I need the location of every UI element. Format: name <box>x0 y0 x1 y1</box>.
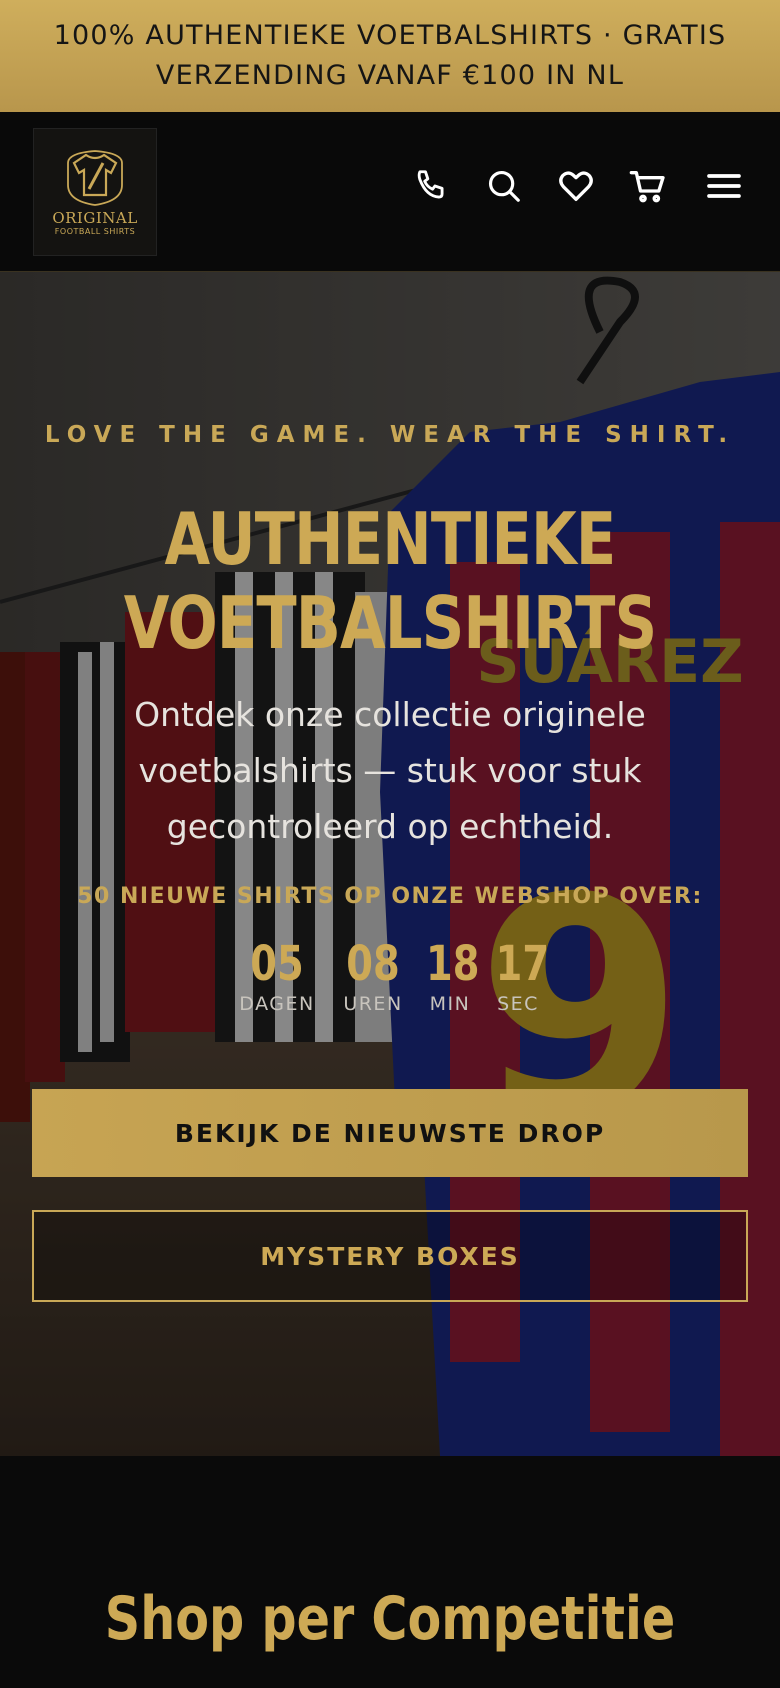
announcement-line-2: VERZENDING VANAF €100 IN NL <box>155 60 625 91</box>
countdown-minutes-value: 18 <box>426 936 480 992</box>
menu-icon[interactable] <box>702 164 746 208</box>
view-latest-drop-button[interactable]: BEKIJK DE NIEUWSTE DROP <box>32 1089 748 1177</box>
mystery-boxes-button[interactable]: MYSTERY BOXES <box>32 1210 748 1302</box>
countdown-label: 50 NIEUWE SHIRTS OP ONZE WEBSHOP OVER: <box>77 884 703 909</box>
logo-text-main: ORIGINAL <box>52 208 138 227</box>
countdown-days-unit: DAGEN <box>239 993 315 1015</box>
logo-text-sub: FOOTBALL SHIRTS <box>54 226 136 236</box>
logo[interactable]: ORIGINAL FOOTBALL SHIRTS <box>33 128 157 256</box>
countdown-hours-value: 08 <box>346 936 400 992</box>
countdown-seconds: 17 SEC <box>490 936 550 1015</box>
countdown-days: 05 DAGEN <box>232 937 322 1015</box>
hero-title-line-1: AUTHENTIEKE <box>164 497 617 581</box>
site-header: ORIGINAL FOOTBALL SHIRTS <box>0 112 780 272</box>
countdown-minutes: 18 MIN <box>420 937 480 1015</box>
countdown-days-value: 05 <box>250 936 304 992</box>
announcement-line-1: 100% AUTHENTIEKE VOETBALSHIRTS · GRATIS <box>53 20 727 51</box>
countdown-minutes-unit: MIN <box>429 993 471 1015</box>
countdown-hours-unit: UREN <box>343 993 403 1015</box>
shirt-logo-icon <box>67 149 123 206</box>
competition-heading: Shop per Competitie <box>104 1584 676 1654</box>
competition-section: Shop per Competitie <box>0 1456 780 1688</box>
phone-icon[interactable] <box>409 164 453 208</box>
countdown-seconds-value: 17 <box>495 936 550 992</box>
hero-tagline: LOVE THE GAME. WEAR THE SHIRT. <box>44 422 736 448</box>
announcement-bar: 100% AUTHENTIEKE VOETBALSHIRTS · GRATIS … <box>0 0 780 112</box>
hero-title: AUTHENTIEKE VOETBALSHIRTS <box>70 497 710 665</box>
hero-description: Ontdek onze collectie originele voetbals… <box>134 695 646 846</box>
cart-icon[interactable] <box>626 164 670 208</box>
countdown-seconds-unit: SEC <box>497 993 539 1015</box>
countdown-hours: 08 UREN <box>338 937 408 1015</box>
heart-icon[interactable] <box>554 164 598 208</box>
hero-section: SUÁREZ 9 LOVE THE GAME. WEAR THE SHIRT. … <box>0 272 780 1456</box>
hero-title-line-2: VOETBALSHIRTS <box>123 581 657 665</box>
search-icon[interactable] <box>482 164 526 208</box>
